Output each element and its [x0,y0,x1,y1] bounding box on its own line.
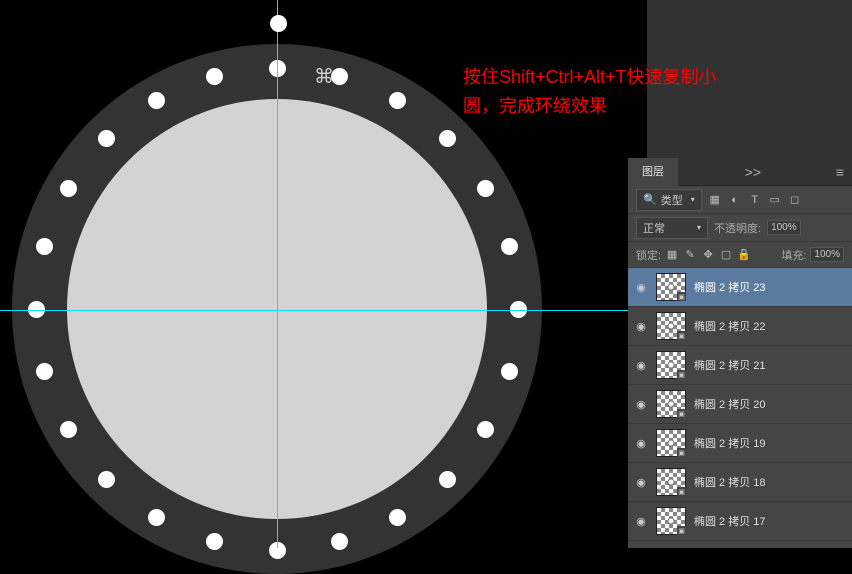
layers-panel[interactable]: 图层 >> ≡ 🔍 类型 ▾ ▦ ◐ T ▭ ◻ 正常 ▾ 不透明度: 100%… [628,158,852,548]
visibility-toggle-icon[interactable]: ◉ [634,515,648,528]
bolt-dot[interactable] [98,471,115,488]
blend-mode-value: 正常 [643,220,665,236]
bolt-dot[interactable] [439,471,456,488]
opacity-value[interactable]: 100% [767,220,801,235]
bolt-dot[interactable] [389,92,406,109]
panel-expand-icon[interactable]: >> [737,164,769,180]
lock-brush-icon[interactable]: ✎ [683,248,697,261]
visibility-toggle-icon[interactable]: ◉ [634,281,648,294]
guide-vertical[interactable] [277,0,278,548]
lock-move-icon[interactable]: ✥ [701,248,715,261]
layer-thumbnail[interactable]: ▣ [656,312,686,340]
bolt-dot[interactable] [36,238,53,255]
blend-mode-select[interactable]: 正常 ▾ [636,217,708,239]
panel-header: 图层 >> ≡ [628,158,852,186]
layer-name-label[interactable]: 椭圆 2 拷贝 21 [694,357,766,373]
layer-list: ◉ ▣ 椭圆 2 拷贝 23 ◉ ▣ 椭圆 2 拷贝 22 ◉ ▣ 椭圆 2 拷贝 21 ◉ ▣ 椭圆… [628,268,852,541]
bolt-dot[interactable] [331,68,348,85]
guide-horizontal[interactable] [0,310,630,311]
layer-row[interactable]: ◉ ▣ 椭圆 2 拷贝 22 [628,307,852,346]
opacity-label: 不透明度: [714,220,761,236]
lock-pixels-icon[interactable]: ▦ [665,248,679,261]
shape-layer-icon: ▣ [677,409,686,418]
layer-row[interactable]: ◉ ▣ 椭圆 2 拷贝 17 [628,502,852,541]
bolt-dot[interactable] [148,92,165,109]
layer-row[interactable]: ◉ ▣ 椭圆 2 拷贝 23 [628,268,852,307]
bolt-dot[interactable] [206,68,223,85]
bolt-dot[interactable] [60,180,77,197]
bolt-dot[interactable] [439,130,456,147]
blend-row: 正常 ▾ 不透明度: 100% [628,214,852,242]
layer-name-label[interactable]: 椭圆 2 拷贝 20 [694,396,766,412]
shape-layer-icon: ▣ [677,526,686,535]
filter-row: 🔍 类型 ▾ ▦ ◐ T ▭ ◻ [628,186,852,214]
shape-layer-icon: ▣ [677,331,686,340]
lock-all-icon[interactable]: 🔒 [737,248,751,261]
filter-type-label: 类型 [661,192,683,208]
layer-row[interactable]: ◉ ▣ 椭圆 2 拷贝 19 [628,424,852,463]
lock-row: 锁定: ▦ ✎ ✥ ▢ 🔒 填充: 100% [628,242,852,268]
annotation-line2: 圆，完成环绕效果 [463,96,607,116]
layer-thumbnail[interactable]: ▣ [656,507,686,535]
visibility-toggle-icon[interactable]: ◉ [634,320,648,333]
bolt-dot[interactable] [510,301,527,318]
panel-menu-icon[interactable]: ≡ [828,164,852,180]
layer-row[interactable]: ◉ ▣ 椭圆 2 拷贝 20 [628,385,852,424]
filter-adjust-icon[interactable]: ◐ [728,194,742,206]
layer-thumbnail[interactable]: ▣ [656,429,686,457]
chevron-down-icon: ▾ [691,195,695,204]
visibility-toggle-icon[interactable]: ◉ [634,359,648,372]
shape-layer-icon: ▣ [677,292,686,301]
chevron-down-icon: ▾ [697,223,701,232]
layer-row[interactable]: ◉ ▣ 椭圆 2 拷贝 18 [628,463,852,502]
layer-thumbnail[interactable]: ▣ [656,273,686,301]
transform-center-icon: ⌘ [314,64,332,89]
layer-row[interactable]: ◉ ▣ 椭圆 2 拷贝 21 [628,346,852,385]
layer-thumbnail[interactable]: ▣ [656,468,686,496]
visibility-toggle-icon[interactable]: ◉ [634,398,648,411]
lock-artboard-icon[interactable]: ▢ [719,248,733,261]
layer-thumbnail[interactable]: ▣ [656,351,686,379]
fill-value[interactable]: 100% [810,247,844,262]
filter-type-select[interactable]: 🔍 类型 ▾ [636,189,702,211]
bolt-dot[interactable] [28,301,45,318]
filter-text-icon[interactable]: T [748,194,762,206]
layer-name-label[interactable]: 椭圆 2 拷贝 17 [694,513,766,529]
bolt-dot[interactable] [60,421,77,438]
layer-thumbnail[interactable]: ▣ [656,390,686,418]
visibility-toggle-icon[interactable]: ◉ [634,437,648,450]
annotation-line1: 按住Shift+Ctrl+Alt+T快速复制小 [463,67,717,87]
filter-shape-icon[interactable]: ▭ [768,193,782,206]
visibility-toggle-icon[interactable]: ◉ [634,476,648,489]
filter-smart-icon[interactable]: ◻ [788,193,802,206]
layer-name-label[interactable]: 椭圆 2 拷贝 22 [694,318,766,334]
shape-layer-icon: ▣ [677,370,686,379]
layer-name-label[interactable]: 椭圆 2 拷贝 23 [694,279,766,295]
bolt-dot[interactable] [36,363,53,380]
shape-layer-icon: ▣ [677,487,686,496]
layers-tab[interactable]: 图层 [628,158,678,186]
annotation-text: 按住Shift+Ctrl+Alt+T快速复制小 圆，完成环绕效果 [463,63,717,121]
search-icon: 🔍 [643,193,657,206]
lock-label: 锁定: [636,247,661,263]
filter-pixel-icon[interactable]: ▦ [708,193,722,206]
selected-bolt-dot[interactable] [270,15,287,32]
fill-label: 填充: [781,247,806,263]
layer-name-label[interactable]: 椭圆 2 拷贝 19 [694,435,766,451]
layer-name-label[interactable]: 椭圆 2 拷贝 18 [694,474,766,490]
shape-layer-icon: ▣ [677,448,686,457]
